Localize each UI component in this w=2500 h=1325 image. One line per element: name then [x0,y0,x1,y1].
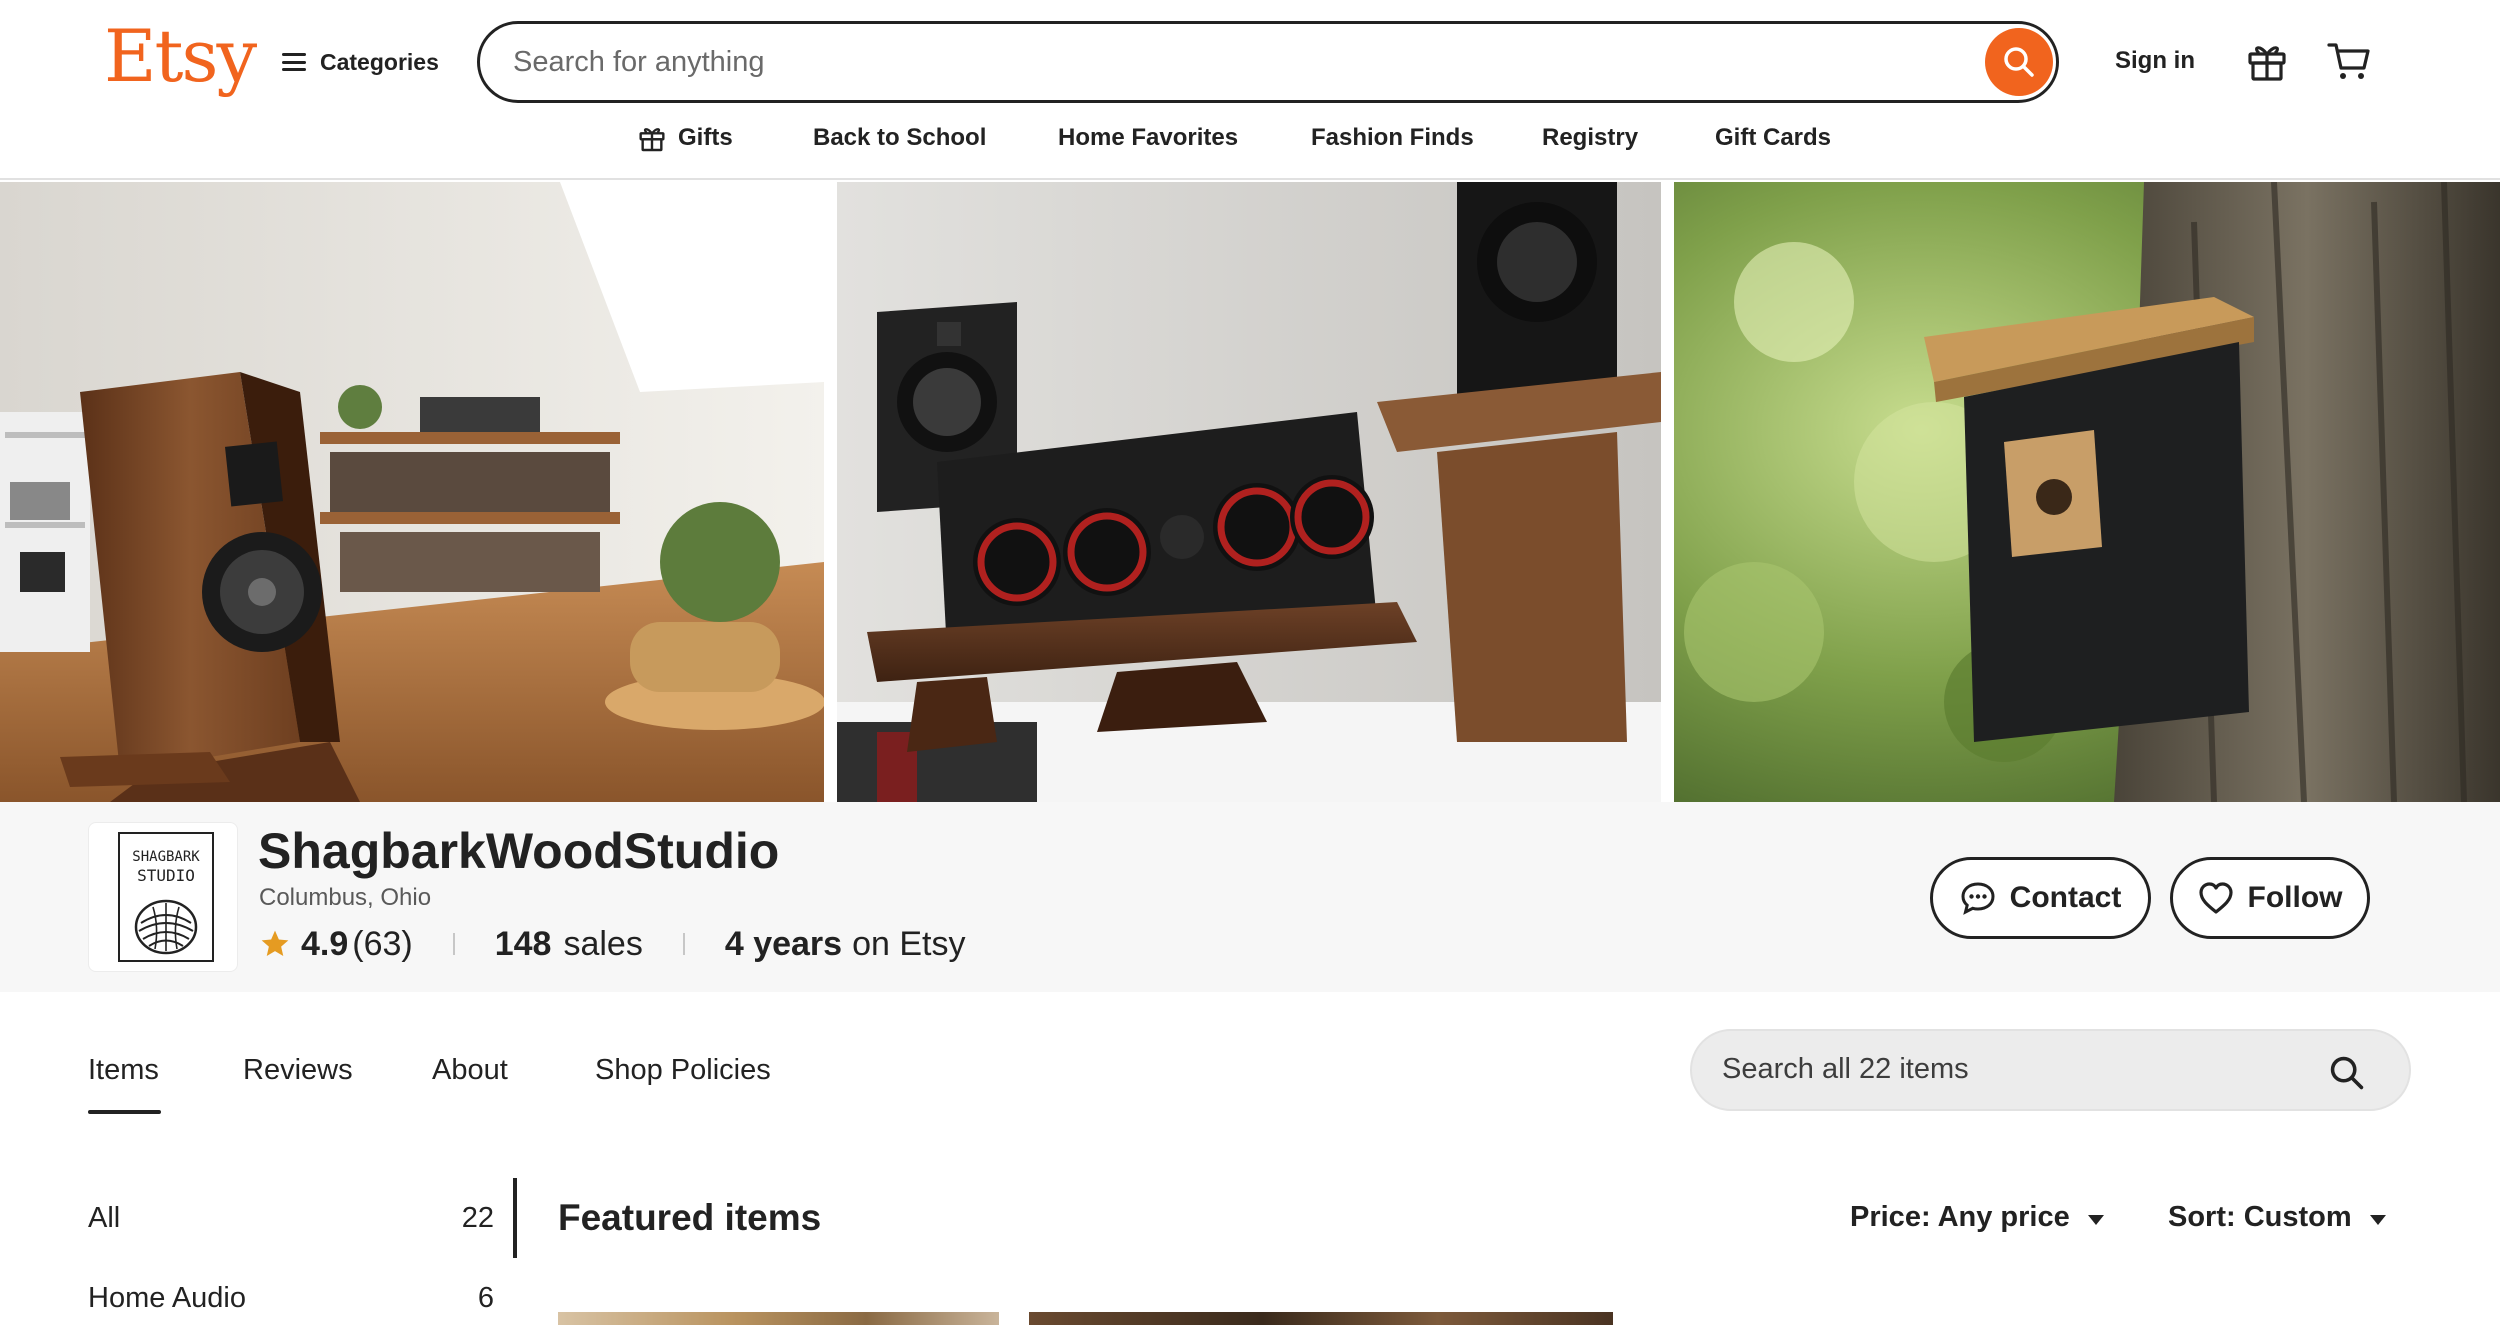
shop-stats: 4.9 (63) 148 sales 4 years on Etsy [259,922,965,966]
years-label: on Etsy [852,924,966,963]
search-bar [477,21,2059,103]
sidebar-active-indicator [513,1178,517,1258]
shop-rating: 4.9 [301,924,349,963]
categories-label: Categories [320,48,439,75]
follow-button[interactable]: Follow [2170,857,2370,939]
logo-text-2: STUDIO [137,866,195,885]
sort-dropdown[interactable]: Sort: Custom [2168,1201,2386,1234]
years-number: 4 years [724,924,843,963]
sales-label: sales [563,924,643,963]
sidebar-item-label: Home Audio [88,1282,246,1314]
follow-label: Follow [2247,881,2343,914]
etsy-logo[interactable]: Etsy [104,14,257,98]
sidebar-item-all[interactable]: All 22 [88,1202,494,1235]
shop-logo-image: SHAGBARK STUDIO [118,832,214,962]
divider [452,933,455,955]
search-icon [2004,47,2034,77]
search-button[interactable] [1985,28,2053,96]
price-filter-dropdown[interactable]: Price: Any price [1850,1201,2104,1234]
category-nav: Gifts Back to School Home Favorites Fash… [0,124,2500,160]
nav-item-label: Gifts [678,124,733,151]
tab-shop-policies[interactable]: Shop Policies [595,1054,771,1087]
shop-search-bar [1690,1029,2411,1111]
search-input[interactable] [513,45,1913,79]
star-icon [261,930,289,956]
site-header: Etsy Categories Sign in [0,0,2500,180]
nav-item-gifts[interactable]: Gifts [638,124,733,152]
shop-location: Columbus, Ohio [259,884,432,911]
banner-image-birdhouse [1674,182,2500,802]
nav-item-registry[interactable]: Registry [1542,124,1638,152]
shop-name[interactable]: ShagbarkWoodStudio [258,822,779,880]
sort-label: Sort: Custom [2168,1201,2352,1233]
featured-items-heading: Featured items [558,1197,822,1238]
shop-logo[interactable]: SHAGBARK STUDIO [88,822,238,972]
contact-button[interactable]: Contact [1930,857,2151,939]
active-tab-indicator [88,1110,161,1114]
banner-image-speaker [0,182,824,802]
caret-down-icon [2369,1214,2386,1225]
contact-label: Contact [2009,881,2122,914]
caret-down-icon [2087,1214,2104,1225]
hamburger-icon [282,53,306,71]
heart-icon [2198,882,2233,914]
gift-icon[interactable] [2247,40,2287,82]
divider [682,933,685,955]
sidebar-item-home-audio[interactable]: Home Audio 6 [88,1282,494,1315]
nav-item-fashion-finds[interactable]: Fashion Finds [1311,124,1474,152]
nav-item-back-to-school[interactable]: Back to School [813,124,986,152]
shop-review-count[interactable]: (63) [352,925,412,964]
sales-number: 148 [494,924,552,963]
banner-image-center-speaker [837,182,1661,802]
sidebar-item-label: All [88,1202,121,1234]
sidebar-item-count: 6 [477,1282,494,1314]
cart-icon[interactable] [2327,40,2371,82]
tab-reviews[interactable]: Reviews [243,1054,353,1087]
price-filter-label: Price: Any price [1850,1201,2070,1233]
shop-banner [0,182,2500,802]
listing-thumbnail[interactable] [558,1312,999,1325]
tab-items[interactable]: Items [88,1054,159,1087]
message-icon [1961,882,1995,915]
nav-item-gift-cards[interactable]: Gift Cards [1715,124,1831,152]
logo-text-1: SHAGBARK [132,849,200,865]
gift-icon [639,128,665,152]
sign-in-link[interactable]: Sign in [2115,47,2195,75]
tab-about[interactable]: About [432,1054,508,1087]
listing-thumbnail[interactable] [1029,1312,1613,1325]
nav-item-home-favorites[interactable]: Home Favorites [1058,124,1238,152]
search-icon[interactable] [2327,1053,2367,1093]
sidebar-item-count: 22 [461,1202,494,1234]
categories-button[interactable]: Categories [282,44,439,80]
shop-search-input[interactable] [1722,1053,2282,1086]
